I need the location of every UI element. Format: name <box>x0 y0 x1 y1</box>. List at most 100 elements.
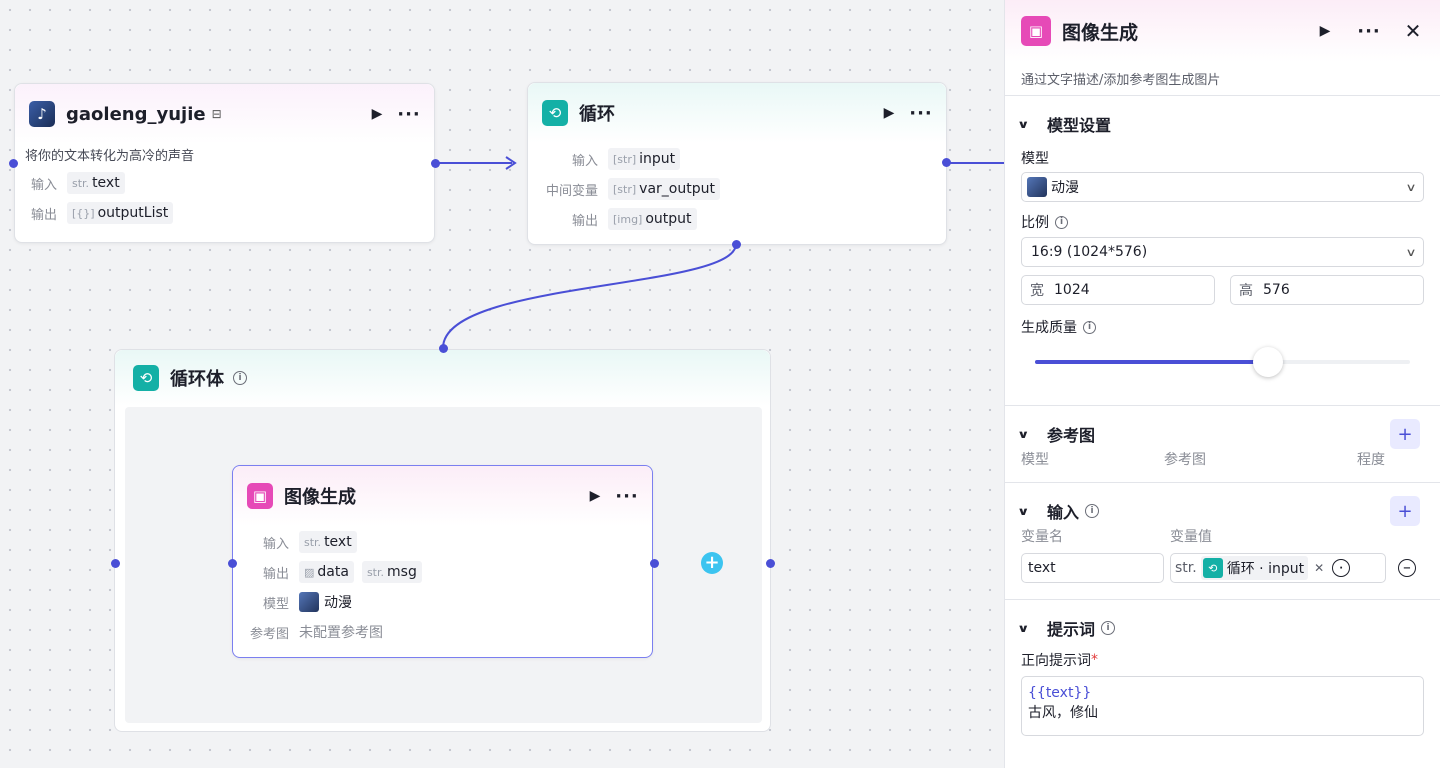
node-imagegen-header: ▣ 图像生成 ▶ ··· <box>233 466 652 526</box>
width-input[interactable]: 宽 1024 <box>1021 275 1215 305</box>
close-icon[interactable]: ✕ <box>1402 19 1424 43</box>
width-value: 1024 <box>1054 282 1090 298</box>
model-avatar-icon <box>1027 177 1047 197</box>
model-select[interactable]: 动漫 ∨ <box>1021 172 1424 202</box>
ref-text: 循环 · input <box>1226 561 1305 577</box>
col-value: 变量值 <box>1170 529 1212 545</box>
input-tag: str. text <box>67 172 125 194</box>
port-tts-in[interactable] <box>9 159 18 168</box>
node-imagegen-title: 图像生成 <box>284 487 356 508</box>
loop-body-header: ⟲ 循环体 i <box>115 350 770 406</box>
section-header[interactable]: ∨ 模型设置 <box>1017 96 1424 152</box>
port-loop-body-out[interactable] <box>732 240 741 249</box>
info-icon[interactable]: i <box>1101 621 1116 635</box>
section-title: 输入 <box>1047 503 1080 522</box>
output-tag-msg: str. msg <box>361 561 422 583</box>
port-imagegen-in[interactable] <box>228 559 237 568</box>
model-label: 模型 <box>262 596 289 612</box>
col-ref: 参考图 <box>1164 452 1206 468</box>
quality-label: 生成质量 <box>1021 320 1077 336</box>
var-name: var_output <box>639 181 715 197</box>
positive-prompt-textarea[interactable]: {{text}} 古风，修仙 <box>1021 676 1424 736</box>
more-icon[interactable]: ··· <box>1357 20 1380 42</box>
mid-tag: [str] var_output <box>608 178 720 200</box>
output-label: 输出 <box>30 207 57 223</box>
play-icon[interactable]: ▶ <box>1314 20 1336 42</box>
ratio-select[interactable]: 16:9 (1024*576) ∨ <box>1021 237 1424 267</box>
quality-label-row: 生成质量 i <box>1021 315 1424 339</box>
var-ref-chip: ⟲ 循环 · input <box>1200 556 1309 580</box>
node-loop-mid-row: 中间变量 [str] var_output <box>528 174 946 204</box>
var-name: msg <box>387 564 417 580</box>
var-name: outputList <box>97 205 169 221</box>
node-imagegen-input-row: 输入 str. text <box>233 527 652 557</box>
input-label: 输入 <box>30 177 57 193</box>
variable-picker-icon[interactable]: · <box>1332 559 1351 577</box>
input-label: 输入 <box>571 153 598 169</box>
input-label: 输入 <box>262 536 289 552</box>
info-icon[interactable]: i <box>1085 504 1100 518</box>
port-tts-out[interactable] <box>431 159 440 168</box>
var-name: text <box>324 534 352 550</box>
voice-avatar-icon: ♪ <box>29 101 55 127</box>
output-label: 输出 <box>262 566 289 582</box>
more-icon[interactable]: ··· <box>397 103 420 125</box>
output-tag-data: ▨ data <box>299 561 354 583</box>
play-icon[interactable]: ▶ <box>878 102 900 124</box>
port-loopbody-top[interactable] <box>439 344 448 353</box>
info-icon[interactable]: i <box>233 371 247 385</box>
info-icon[interactable]: i <box>1083 320 1096 334</box>
node-imagegen-output-row: 输出 ▨ data str. msg <box>233 557 652 587</box>
play-icon[interactable]: ▶ <box>366 103 388 125</box>
ratio-select-value: 16:9 (1024*576) <box>1031 244 1148 260</box>
port-loop-out[interactable] <box>942 158 951 167</box>
node-tts[interactable]: ♪ gaoleng_yujie ⊟ ▶ ··· 将你的文本转化为高冷的声音 输入… <box>14 83 435 243</box>
type-label: [str] <box>613 182 637 196</box>
ratio-label: 比例 <box>1021 215 1049 231</box>
node-loop-input-row: 输入 [str] input <box>528 144 946 174</box>
workflow-canvas[interactable]: ♪ gaoleng_yujie ⊟ ▶ ··· 将你的文本转化为高冷的声音 输入… <box>0 0 1004 768</box>
port-loopbody-in[interactable] <box>111 559 120 568</box>
mid-label: 中间变量 <box>545 183 598 199</box>
port-loopbody-out[interactable] <box>766 559 775 568</box>
node-loop-header: ⟲ 循环 ▶ ··· <box>528 83 946 143</box>
node-imagegen[interactable]: ▣ 图像生成 ▶ ··· 输入 str. text 输出 ▨ data str. ms… <box>232 465 653 658</box>
var-type: str. <box>1175 560 1197 576</box>
info-icon[interactable]: i <box>1055 215 1068 229</box>
port-imagegen-out[interactable] <box>650 559 659 568</box>
ref-value: 未配置参考图 <box>299 625 383 641</box>
height-input[interactable]: 高 576 <box>1230 275 1424 305</box>
width-key: 宽 <box>1030 283 1044 299</box>
section-input: ∨ 输入 i + 变量名 变量值 text str. ⟲ 循环 · input … <box>1005 483 1440 600</box>
node-loop[interactable]: ⟲ 循环 ▶ ··· 输入 [str] input 中间变量 [str] var_o… <box>527 82 947 245</box>
loop-icon: ⟲ <box>133 365 159 391</box>
add-reference-button[interactable]: + <box>1390 419 1420 449</box>
add-input-button[interactable]: + <box>1390 496 1420 526</box>
play-icon[interactable]: ▶ <box>584 485 606 507</box>
model-avatar-icon <box>299 592 319 612</box>
var-name: input <box>639 151 676 167</box>
prompt-line-variable: {{text}} <box>1028 685 1092 701</box>
node-loop-output-row: 输出 [img] output <box>528 204 946 234</box>
type-label: [{}] <box>72 206 95 220</box>
section-reference: ∨ 参考图 + 模型 参考图 程度 <box>1005 406 1440 483</box>
chevron-down-icon: ∨ <box>1017 504 1030 518</box>
more-icon[interactable]: ··· <box>615 485 638 507</box>
slider-thumb[interactable] <box>1252 347 1283 377</box>
output-tag: [img] output <box>608 208 697 230</box>
more-icon[interactable]: ··· <box>909 102 932 124</box>
add-node-button[interactable]: + <box>701 552 723 574</box>
node-tts-description: 将你的文本转化为高冷的声音 <box>25 148 195 164</box>
node-tts-output-row: 输出 [{}] outputList <box>15 198 434 228</box>
chevron-down-icon: ∨ <box>1017 427 1030 441</box>
image-gen-icon: ▣ <box>1021 16 1051 46</box>
prompt-line-text: 古风，修仙 <box>1028 705 1098 721</box>
remove-variable-icon[interactable]: − <box>1398 559 1416 577</box>
var-name-input[interactable]: text <box>1021 553 1164 583</box>
node-loop-title: 循环 <box>579 104 615 125</box>
var-value-input[interactable]: str. ⟲ 循环 · input ✕ · <box>1170 553 1386 583</box>
clear-icon[interactable]: ✕ <box>1314 561 1324 575</box>
quality-slider[interactable] <box>1021 339 1424 385</box>
input-tag: str. text <box>299 531 357 553</box>
height-value: 576 <box>1263 282 1290 298</box>
